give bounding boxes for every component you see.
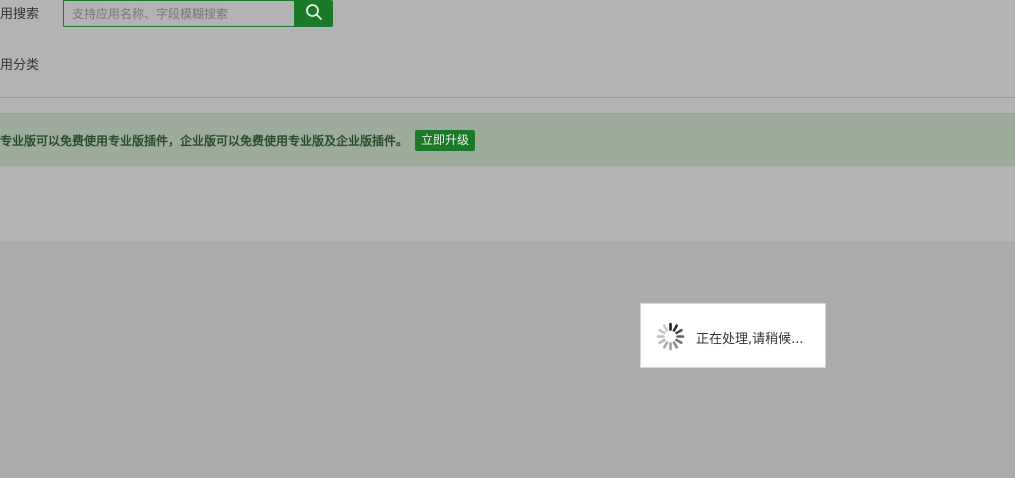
search-input[interactable] xyxy=(63,0,301,27)
spinner-icon xyxy=(655,321,686,352)
search-button[interactable] xyxy=(294,0,333,27)
loading-text: 正在处理,请稍候... xyxy=(696,332,804,347)
page: 用搜索 用分类 专业版可以免费使用专业版插件，企业版可以免费使用专业版及企业版插… xyxy=(0,0,1015,478)
search-icon xyxy=(305,3,323,25)
category-label: 用分类 xyxy=(0,58,40,73)
loading-dialog: 正在处理,请稍候... xyxy=(640,303,826,368)
search-label: 用搜索 xyxy=(0,7,40,22)
plugin-panel: 用搜索 用分类 专业版可以免费使用专业版插件，企业版可以免费使用专业版及企业版插… xyxy=(0,0,1015,241)
notice-text: 专业版可以免费使用专业版插件，企业版可以免费使用专业版及企业版插件。 xyxy=(0,134,409,148)
upgrade-button[interactable]: 立即升级 xyxy=(415,130,476,151)
divider xyxy=(0,97,1015,98)
notice-bar: 专业版可以免费使用专业版插件，企业版可以免费使用专业版及企业版插件。 立即升级 xyxy=(0,113,1015,166)
